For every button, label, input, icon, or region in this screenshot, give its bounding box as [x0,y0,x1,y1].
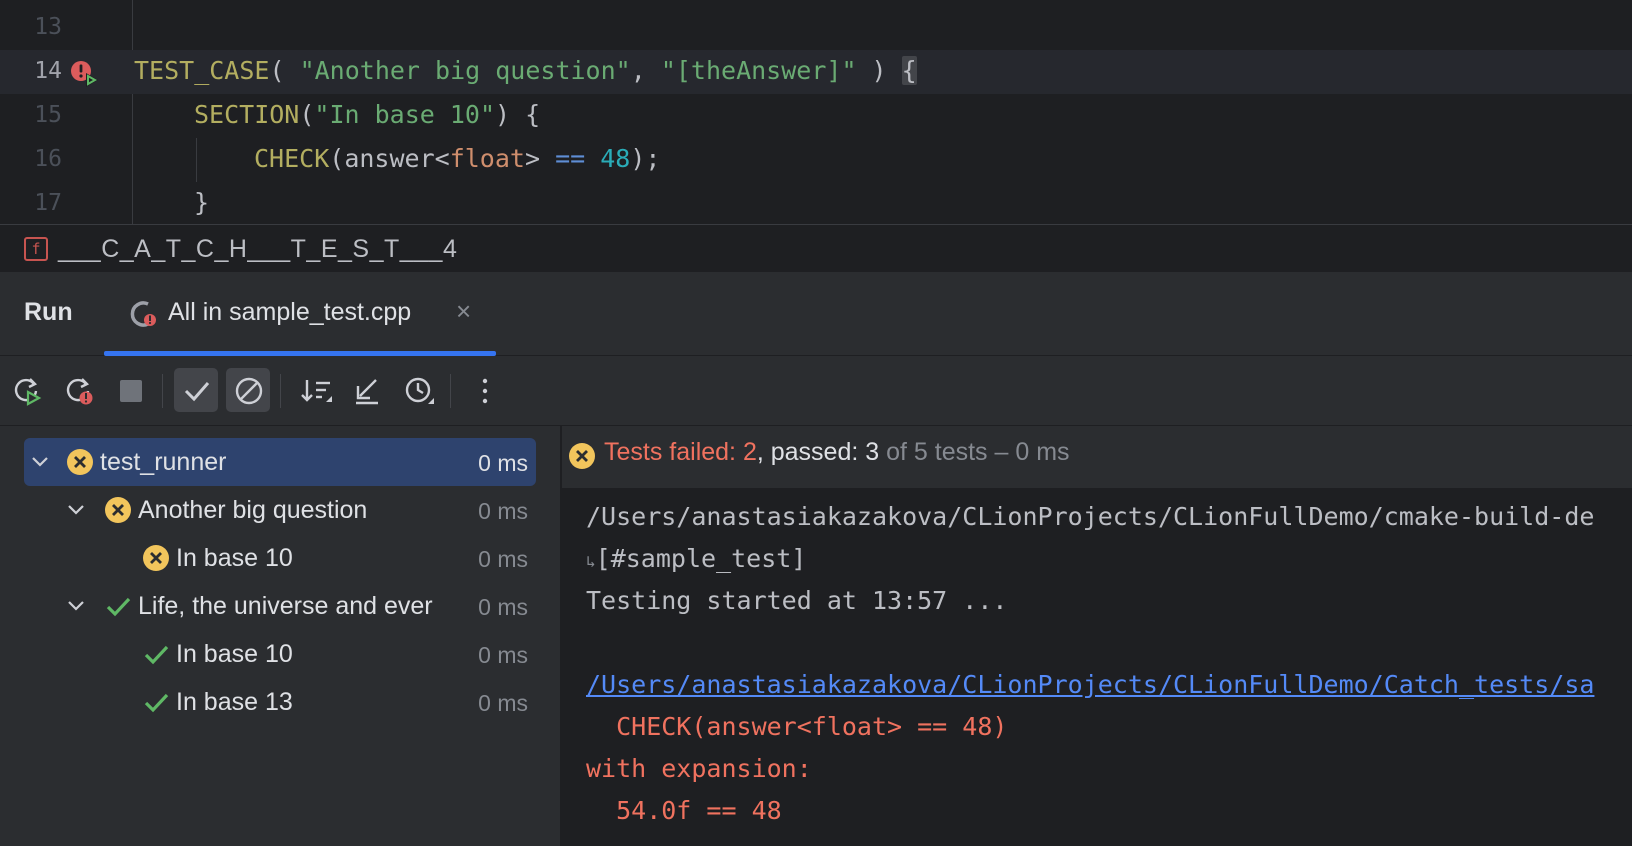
code-text: TEST_CASE( "Another big question", "[the… [134,56,917,85]
passed-icon [144,693,169,713]
failed-icon [105,497,131,523]
tree-label: In base 10 [176,544,293,572]
code-text: SECTION("In base 10") { [194,100,541,129]
toolbar-separator [280,374,281,408]
console-line: Testing started at 13:57 ... [586,586,1008,615]
tree-item-another-big-question[interactable]: Another big question 0 ms [24,486,536,534]
tree-label: Another big question [138,496,368,524]
rerun-icon[interactable] [4,368,48,412]
console-line: CHECK(answer<float> == 48) [586,712,1008,741]
tree-item-in-base-10[interactable]: In base 10 0 ms [24,534,536,582]
chevron-down-icon[interactable] [30,452,50,472]
run-title: Run [24,298,73,326]
console-line: /Users/anastasiakazakova/CLionProjects/C… [586,502,1595,531]
import-tests-icon[interactable] [344,368,388,412]
tree-item-test-runner[interactable]: test_runner 0 ms [24,438,536,486]
breadcrumb-function[interactable]: ___C_A_T_C_H___T_E_S_T___4 [58,235,457,264]
tree-label: Life, the universe and ever [138,592,433,620]
code-line-17[interactable]: 17 } [0,182,1632,224]
test-console[interactable]: Tests failed: 2, passed: 3 of 5 tests – … [562,426,1632,846]
tree-item-life-universe[interactable]: Life, the universe and ever 0 ms [24,582,536,630]
code-text: } [194,188,210,217]
chevron-down-icon[interactable] [66,596,86,616]
show-passed-icon[interactable] [174,368,218,412]
stop-icon[interactable] [108,368,152,412]
rerun-failed-icon[interactable] [56,368,100,412]
code-line-14[interactable]: 14 TEST_CASE( "Another big question", "[… [0,50,1632,94]
chevron-down-icon[interactable] [66,500,86,520]
tree-item-in-base-10-passed[interactable]: In base 10 0 ms [24,630,536,678]
test-status-bar: Tests failed: 2, passed: 3 of 5 tests – … [562,426,1632,488]
tree-time: 0 ms [478,594,528,620]
soft-wrap-icon: ↳ [586,552,596,571]
close-icon[interactable]: × [456,296,471,327]
tree-item-in-base-13[interactable]: In base 13 0 ms [24,678,536,726]
sort-icon[interactable] [292,368,336,412]
tree-label: In base 10 [176,640,293,668]
code-line-15[interactable]: 15 SECTION("In base 10") { [0,94,1632,138]
console-line: 54.0f == 48 [586,796,782,825]
toolbar-separator [162,374,163,408]
code-text: CHECK(answer<float> == 48); [254,144,661,173]
run-toolbar [0,356,1632,426]
show-ignored-icon[interactable] [226,368,270,412]
tree-time: 0 ms [478,498,528,524]
run-test-failed-gutter-icon[interactable] [70,60,100,88]
run-tool-window: Run All in sample_test.cpp × test_runner… [0,272,1632,846]
function-icon: f [24,237,48,261]
console-line: with expansion: [586,754,812,783]
tree-time: 0 ms [478,690,528,716]
failed-icon [569,443,595,469]
tree-time: 0 ms [478,450,528,476]
console-file-link[interactable]: /Users/anastasiakazakova/CLionProjects/C… [586,670,1594,699]
code-editor[interactable]: 13 14 TEST_CASE( "Another big question",… [0,0,1632,224]
failed-icon [143,545,169,571]
code-line-16[interactable]: 16 CHECK(answer<float> == 48); [0,138,1632,182]
line-number: 17 [34,190,62,216]
line-number: 16 [34,146,62,172]
run-header: Run All in sample_test.cpp × [0,272,1632,356]
line-number: 15 [34,102,62,128]
code-line-13[interactable]: 13 [0,6,1632,50]
breadcrumb[interactable]: f ___C_A_T_C_H___T_E_S_T___4 [0,224,1632,272]
line-number: 13 [34,14,62,40]
tab-label: All in sample_test.cpp [168,298,412,326]
test-config-icon [128,298,160,330]
tree-time: 0 ms [478,642,528,668]
toolbar-separator [450,374,451,408]
history-icon[interactable] [396,368,440,412]
test-tree: test_runner 0 ms Another big question 0 … [0,426,560,846]
tree-label: test_runner [100,448,227,476]
passed-icon [106,597,131,617]
test-summary: Tests failed: 2, passed: 3 of 5 tests – … [604,438,1070,466]
more-icon[interactable] [462,368,506,412]
tree-label: In base 13 [176,688,293,716]
failed-icon [67,449,93,475]
console-line: ↳[#sample_test] [586,544,807,573]
passed-icon [144,645,169,665]
line-number: 14 [34,58,62,84]
tab-all-in-sample-test[interactable]: All in sample_test.cpp × [104,272,496,356]
tree-time: 0 ms [478,546,528,572]
